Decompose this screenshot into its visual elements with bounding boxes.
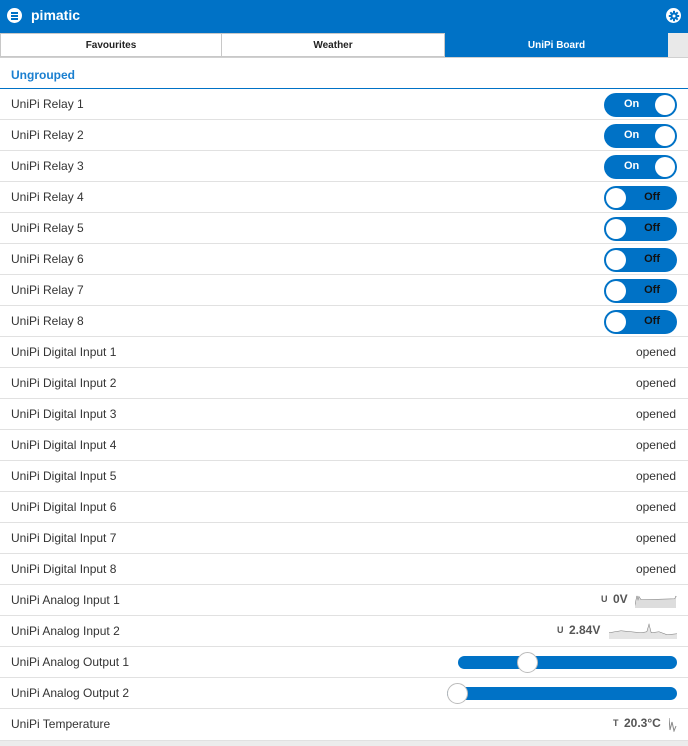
list-item: UniPi Digital Input 7 opened xyxy=(0,523,688,554)
switch-state: On xyxy=(624,98,640,110)
list-item: UniPi Analog Output 2 xyxy=(0,678,688,709)
contact-state: opened xyxy=(635,531,676,545)
device-label: UniPi Relay 6 xyxy=(11,252,84,266)
contact-state: opened xyxy=(635,345,676,359)
sparkline-graph xyxy=(635,595,677,608)
relay-switch[interactable]: Off xyxy=(604,217,677,241)
contact-state: opened xyxy=(635,376,676,390)
contact-state: opened xyxy=(635,562,676,576)
relay-switch[interactable]: On xyxy=(604,124,677,148)
tab-favourites[interactable]: Favourites xyxy=(0,33,222,57)
list-item: UniPi Relay 8 Off xyxy=(0,306,688,337)
contact-state: opened xyxy=(635,407,676,421)
tab-bar: Favourites Weather UniPi Board xyxy=(0,33,688,58)
menu-icon[interactable] xyxy=(7,8,22,23)
sensor-attribute[interactable]: T 20.3°C xyxy=(613,716,677,732)
tab-unipi-board[interactable]: UniPi Board xyxy=(445,33,668,57)
analog-output-slider[interactable] xyxy=(458,652,677,673)
list-item: UniPi Digital Input 6 opened xyxy=(0,492,688,523)
list-item: UniPi Relay 6 Off xyxy=(0,244,688,275)
attribute-acronym: U xyxy=(557,625,564,635)
device-label: UniPi Digital Input 8 xyxy=(11,562,117,576)
slider-handle[interactable] xyxy=(447,683,468,704)
device-label: UniPi Digital Input 4 xyxy=(11,438,117,452)
switch-state: On xyxy=(624,129,640,141)
device-label: UniPi Relay 8 xyxy=(11,314,84,328)
attribute-value: 0V xyxy=(613,592,628,606)
device-label: UniPi Relay 2 xyxy=(11,128,84,142)
attribute-value: 2.84V xyxy=(569,623,601,637)
device-label: UniPi Temperature xyxy=(11,717,111,731)
list-item: UniPi Digital Input 4 opened xyxy=(0,430,688,461)
device-label: UniPi Relay 5 xyxy=(11,221,84,235)
app-title: pimatic xyxy=(31,7,81,23)
group-title: Ungrouped xyxy=(11,68,75,82)
relay-switch[interactable]: Off xyxy=(604,279,677,303)
list-item: UniPi Relay 5 Off xyxy=(0,213,688,244)
device-label: UniPi Digital Input 1 xyxy=(11,345,117,359)
list-item: UniPi Analog Input 1 U 0V xyxy=(0,585,688,616)
switch-state: Off xyxy=(644,315,660,327)
app-header: pimatic xyxy=(0,0,688,33)
analog-output-slider[interactable] xyxy=(447,683,677,704)
sensor-attribute[interactable]: U 2.84V xyxy=(557,623,677,639)
slider-handle[interactable] xyxy=(517,652,539,673)
device-label: UniPi Relay 7 xyxy=(11,283,84,297)
contact-state: opened xyxy=(635,500,676,514)
relay-switch[interactable]: Off xyxy=(604,248,677,272)
tab-weather[interactable]: Weather xyxy=(221,33,445,57)
switch-state: Off xyxy=(644,253,660,265)
device-label: UniPi Digital Input 2 xyxy=(11,376,117,390)
contact-state: opened xyxy=(635,438,676,452)
list-item: UniPi Relay 3 On xyxy=(0,151,688,182)
relay-switch[interactable]: Off xyxy=(604,310,677,334)
device-label: UniPi Digital Input 6 xyxy=(11,500,117,514)
attribute-acronym: T xyxy=(613,718,619,728)
list-item: UniPi Analog Output 1 xyxy=(0,647,688,678)
device-label: UniPi Analog Output 1 xyxy=(11,655,130,669)
switch-state: Off xyxy=(644,284,660,296)
list-item: UniPi Relay 7 Off xyxy=(0,275,688,306)
list-item: UniPi Relay 1 On xyxy=(0,89,688,120)
list-item: UniPi Analog Input 2 U 2.84V xyxy=(0,616,688,647)
list-item: UniPi Digital Input 5 opened xyxy=(0,461,688,492)
group-header: Ungrouped xyxy=(0,58,688,89)
switch-state: Off xyxy=(644,222,660,234)
list-item: UniPi Digital Input 3 opened xyxy=(0,399,688,430)
list-item: UniPi Digital Input 8 opened xyxy=(0,554,688,585)
list-item: UniPi Relay 2 On xyxy=(0,120,688,151)
sensor-attribute[interactable]: U 0V xyxy=(601,592,677,608)
device-label: UniPi Analog Input 2 xyxy=(11,624,120,638)
relay-switch[interactable]: On xyxy=(604,155,677,179)
switch-state: On xyxy=(624,160,640,172)
list-item: UniPi Digital Input 1 opened xyxy=(0,337,688,368)
device-label: UniPi Relay 3 xyxy=(11,159,84,173)
relay-switch[interactable]: Off xyxy=(604,186,677,210)
device-label: UniPi Analog Output 2 xyxy=(11,686,130,700)
device-label: UniPi Digital Input 5 xyxy=(11,469,117,483)
attribute-acronym: U xyxy=(601,594,608,604)
attribute-value: 20.3°C xyxy=(624,716,661,730)
device-label: UniPi Relay 4 xyxy=(11,190,84,204)
device-list: UniPi Relay 1 On UniPi Relay 2 On UniPi … xyxy=(0,89,688,741)
contact-state: opened xyxy=(635,469,676,483)
list-item: UniPi Digital Input 2 opened xyxy=(0,368,688,399)
switch-state: Off xyxy=(644,191,660,203)
gear-icon[interactable] xyxy=(666,8,681,23)
device-label: UniPi Analog Input 1 xyxy=(11,593,120,607)
bottom-bar xyxy=(0,741,688,746)
sparkline-graph xyxy=(669,717,677,732)
device-label: UniPi Digital Input 3 xyxy=(11,407,117,421)
sparkline-graph xyxy=(609,623,677,639)
device-label: UniPi Relay 1 xyxy=(11,97,84,111)
device-label: UniPi Digital Input 7 xyxy=(11,531,117,545)
list-item: UniPi Temperature T 20.3°C xyxy=(0,709,688,741)
relay-switch[interactable]: On xyxy=(604,93,677,117)
list-item: UniPi Relay 4 Off xyxy=(0,182,688,213)
